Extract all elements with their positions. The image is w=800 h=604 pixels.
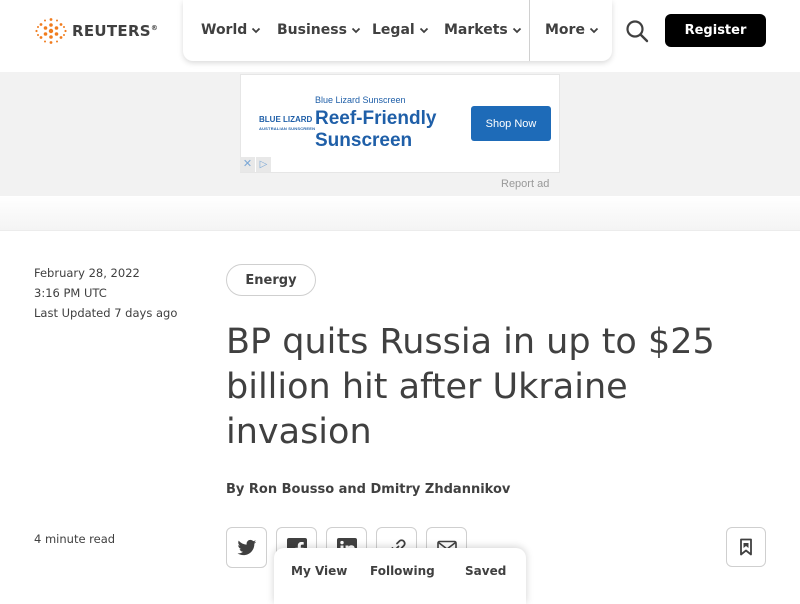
nav-item-label: Business bbox=[277, 22, 347, 38]
nav-item-world[interactable]: World bbox=[201, 22, 261, 38]
tab-my-view[interactable]: My View bbox=[291, 564, 347, 578]
nav-item-label: World bbox=[201, 22, 248, 38]
nav-item-label: Markets bbox=[444, 22, 508, 38]
article-time: 3:16 PM UTC bbox=[34, 286, 107, 300]
article-last-updated: Last Updated 7 days ago bbox=[34, 306, 178, 320]
tab-saved[interactable]: Saved bbox=[465, 564, 506, 578]
bookmark-button[interactable] bbox=[726, 527, 766, 567]
read-time: 4 minute read bbox=[34, 532, 116, 546]
nav-item-label: Legal bbox=[372, 22, 415, 38]
chevron-down-icon bbox=[512, 27, 521, 34]
nav-item-legal[interactable]: Legal bbox=[372, 22, 429, 38]
bottom-tab-bar: My View Following Saved bbox=[274, 548, 526, 604]
nav-item-business[interactable]: Business bbox=[277, 22, 361, 38]
share-twitter-button[interactable] bbox=[226, 527, 267, 568]
nav-item-label: More bbox=[545, 22, 585, 38]
reuters-logo[interactable]: REUTERS® bbox=[34, 16, 158, 46]
chevron-down-icon bbox=[351, 27, 361, 34]
chevron-down-icon bbox=[589, 27, 599, 34]
reuters-logo-icon bbox=[35, 18, 67, 44]
article-byline: By Ron Bousso and Dmitry Zhdannikov bbox=[226, 482, 511, 497]
advertisement[interactable]: BLUE LIZARD AUSTRALIAN SUNSCREEN Blue Li… bbox=[240, 74, 560, 173]
logo-wordmark: REUTERS® bbox=[72, 22, 159, 40]
twitter-icon bbox=[237, 539, 256, 555]
search-icon bbox=[626, 20, 649, 43]
bookmark-icon bbox=[740, 538, 752, 556]
ad-brand-logo: BLUE LIZARD AUSTRALIAN SUNSCREEN bbox=[259, 115, 316, 131]
article-title: BP quits Russia in up to $25 billion hit… bbox=[226, 322, 715, 452]
report-ad-link[interactable]: Report ad bbox=[501, 178, 549, 190]
site-header: REUTERS® World Business Legal Markets Mo… bbox=[0, 0, 800, 72]
search-button[interactable] bbox=[624, 18, 650, 44]
chevron-down-icon bbox=[419, 27, 428, 34]
ad-brand-name: Blue Lizard Sunscreen bbox=[315, 95, 406, 105]
nav-item-markets[interactable]: Markets bbox=[444, 22, 522, 38]
nav-item-more[interactable]: More bbox=[545, 22, 599, 38]
ad-headline: Reef-Friendly Sunscreen bbox=[315, 108, 437, 151]
ad-choices-icon[interactable]: ▷ bbox=[256, 157, 271, 172]
register-button[interactable]: Register bbox=[665, 14, 766, 47]
ad-shop-now-button[interactable]: Shop Now bbox=[471, 106, 551, 141]
main-nav: World Business Legal Markets More bbox=[183, 0, 612, 61]
ad-close-icon[interactable]: ✕ bbox=[240, 157, 255, 172]
tab-following[interactable]: Following bbox=[370, 564, 435, 578]
article-date: February 28, 2022 bbox=[34, 266, 140, 280]
nav-divider bbox=[529, 0, 530, 61]
chevron-down-icon bbox=[252, 27, 261, 34]
topic-tag-energy[interactable]: Energy bbox=[226, 264, 316, 296]
section-divider bbox=[0, 196, 800, 231]
